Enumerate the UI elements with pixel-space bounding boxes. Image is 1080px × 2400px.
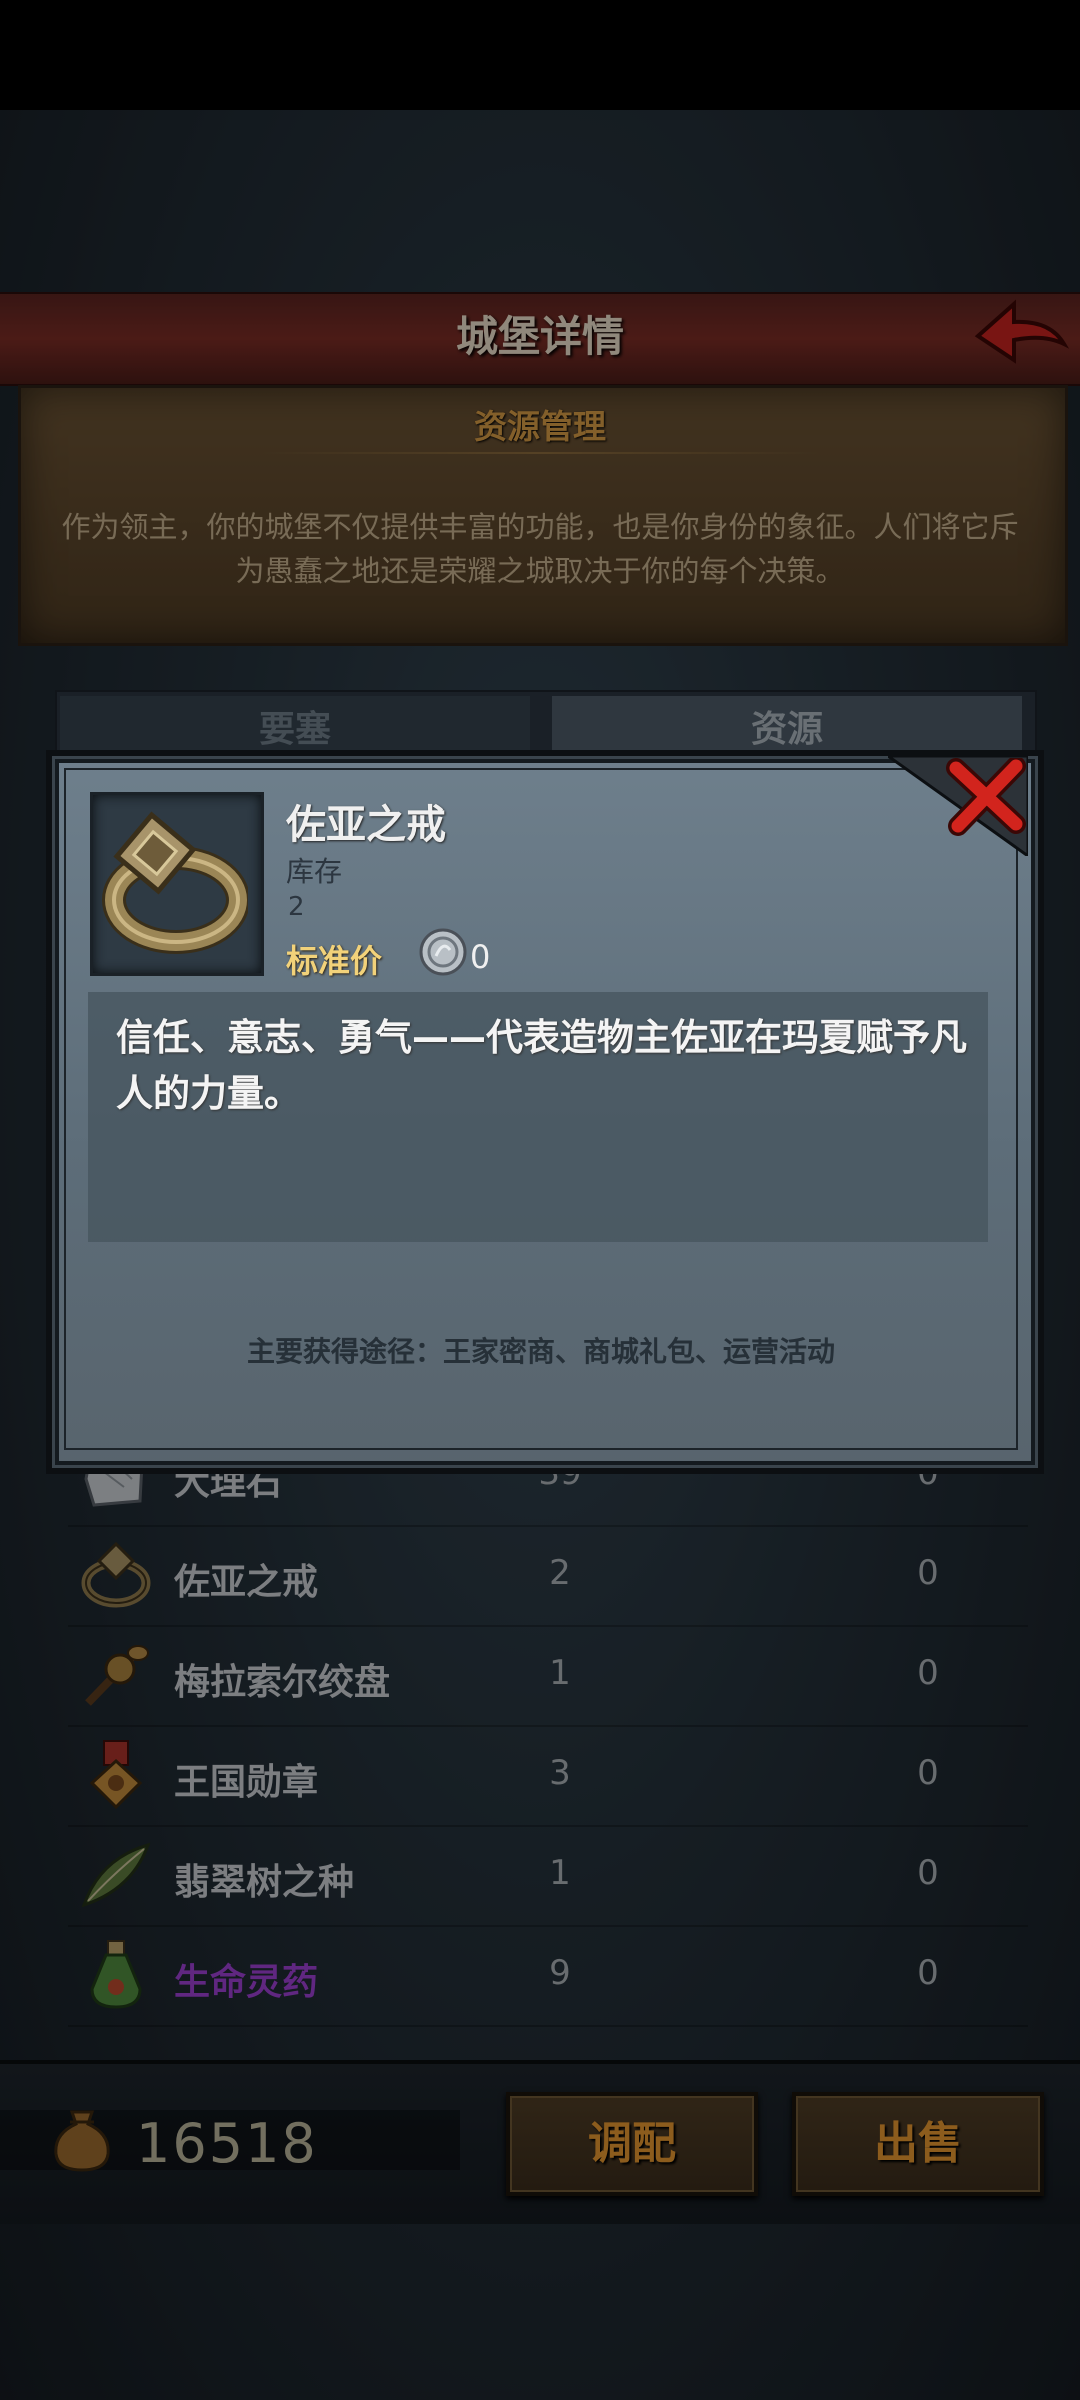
close-button[interactable] bbox=[946, 756, 1026, 836]
close-x-icon bbox=[946, 756, 1026, 836]
acquisition-source: 主要获得途径：王家密商、商城礼包、运营活动 bbox=[246, 1335, 835, 1368]
dialog-item-name: 佐亚之戒 bbox=[286, 802, 446, 848]
stock-value: 2 bbox=[288, 892, 305, 922]
item-description: 信任、意志、勇气——代表造物主佐亚在玛夏赋予凡人的力量。 bbox=[116, 1016, 967, 1115]
price-label: 标准价 bbox=[286, 942, 383, 980]
ring-icon bbox=[98, 808, 250, 958]
stock-label: 库存 bbox=[286, 855, 343, 888]
price-value: 0 bbox=[470, 938, 491, 976]
silver-coin-icon bbox=[418, 926, 468, 978]
